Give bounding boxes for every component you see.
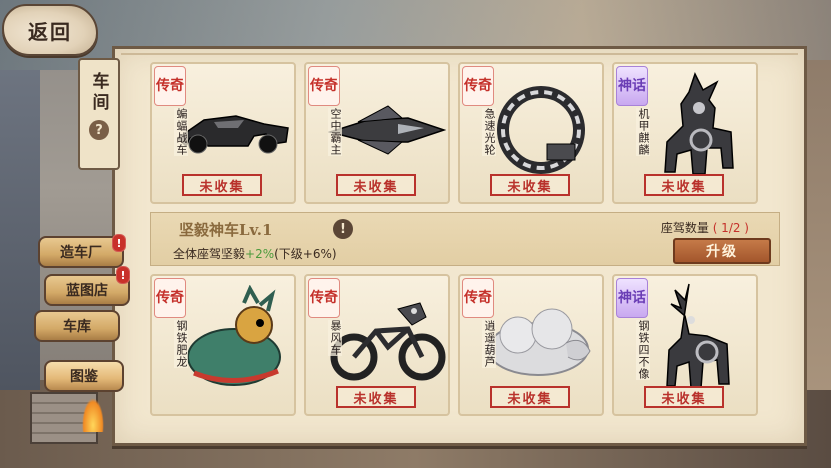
card-name: 空中霸主 (328, 108, 342, 156)
mecha-qilin-icon (636, 72, 754, 178)
menu-garage-label: 车库 (63, 319, 91, 335)
iron-dragon-icon (174, 285, 292, 390)
rarity-badge: 传奇 (462, 66, 494, 106)
set-bonus-text: 全体座驾坚毅+2%(下级+6%) (173, 245, 337, 262)
info-icon[interactable]: ! (333, 219, 353, 239)
mount-count: 座驾数量 ( 1/2 ) (661, 219, 749, 236)
card-light-wheel[interactable]: 传奇 急速光轮 未收集 (458, 62, 604, 204)
upgrade-button[interactable]: 升级 (673, 238, 771, 264)
card-bat-car[interactable]: 传奇 蝙蝠战车 未收集 (150, 62, 296, 204)
blueprint-alert-icon: ! (116, 266, 130, 284)
card-name: 钢铁肥龙 (174, 320, 188, 368)
bonus-next: (下级+6%) (274, 247, 337, 261)
iron-deer-icon (636, 283, 754, 390)
card-name: 暴风车 (328, 320, 342, 356)
menu-garage[interactable]: 车库 (34, 310, 120, 342)
menu-blueprint-label: 蓝图店 (66, 283, 108, 299)
set-info-bar: 坚毅神车Lv.1 ! 全体座驾坚毅+2%(下级+6%) 座驾数量 ( 1/2 )… (150, 212, 780, 266)
bat-car-icon (174, 78, 292, 178)
wheel-icon (482, 78, 600, 178)
card-iron-deer[interactable]: 神话 钢铁四不像 未收集 (612, 274, 758, 416)
status-badge: 未收集 (490, 174, 570, 196)
status-badge: 未收集 (336, 386, 416, 408)
mount-count-label: 座驾数量 (660, 221, 709, 235)
menu-codex-label: 图鉴 (70, 369, 98, 385)
jet-icon (328, 78, 446, 178)
card-iron-dragon[interactable]: 传奇 钢铁肥龙 (150, 274, 296, 416)
menu-codex[interactable]: 图鉴 (44, 360, 124, 392)
card-name: 钢铁四不像 (636, 320, 650, 380)
card-air-overlord[interactable]: 传奇 空中霸主 未收集 (304, 62, 450, 204)
status-badge: 未收集 (644, 386, 724, 408)
status-badge: 未收集 (336, 174, 416, 196)
rarity-badge: 传奇 (154, 66, 186, 106)
bonus-prefix: 全体座驾坚毅 (173, 247, 246, 261)
card-name: 蝙蝠战车 (174, 108, 188, 156)
back-label: 返回 (28, 19, 72, 44)
workshop-title: 车间 (88, 72, 109, 114)
card-mecha-qilin[interactable]: 神话 机甲麒麟 未收集 (612, 62, 758, 204)
menu-factory-label: 造车厂 (60, 245, 102, 261)
card-free-gourd[interactable]: 传奇 逍遥葫芦 未收集 (458, 274, 604, 416)
gourd-cloud-icon (482, 290, 600, 390)
back-button[interactable]: 返回 (2, 4, 98, 56)
set-title: 坚毅神车Lv.1 (179, 221, 273, 239)
rarity-badge: 传奇 (462, 278, 494, 318)
rarity-badge: 神话 (616, 66, 648, 106)
fire-icon (82, 398, 104, 432)
help-icon[interactable]: ? (89, 120, 109, 140)
rarity-badge: 传奇 (154, 278, 186, 318)
card-storm-bike[interactable]: 传奇 暴风车 未收集 (304, 274, 450, 416)
rarity-badge: 传奇 (308, 278, 340, 318)
status-badge: 未收集 (182, 174, 262, 196)
card-name: 逍遥葫芦 (482, 320, 496, 368)
card-name: 急速光轮 (482, 108, 496, 156)
workshop-scroll: 车间 ? (78, 58, 120, 170)
motorbike-icon (328, 290, 446, 390)
status-badge: 未收集 (644, 174, 724, 196)
status-badge: 未收集 (490, 386, 570, 408)
factory-alert-icon: ! (112, 234, 126, 252)
mount-count-value: ( 1/2 ) (712, 221, 749, 235)
rarity-badge: 传奇 (308, 66, 340, 106)
bonus-value: +2% (245, 247, 275, 261)
card-name: 机甲麒麟 (636, 108, 650, 156)
rarity-badge: 神话 (616, 278, 648, 318)
